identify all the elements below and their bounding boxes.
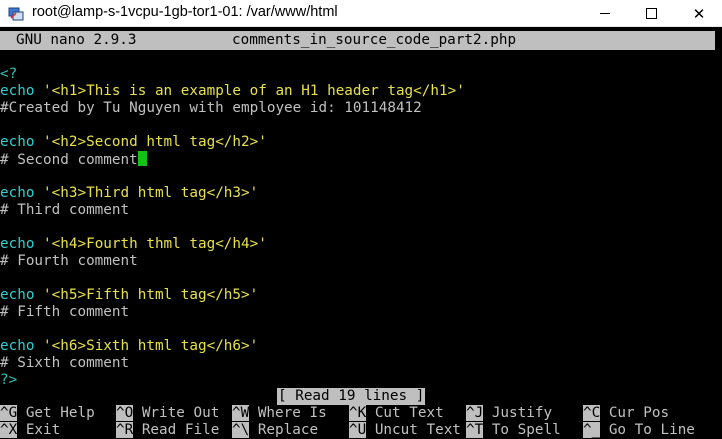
minimize-button[interactable] [582, 0, 628, 27]
keyword: echo [0, 236, 35, 252]
keyword: echo [0, 134, 35, 150]
text-cursor [137, 151, 147, 166]
minimize-icon [600, 13, 610, 14]
window-title-bar: root@lamp-s-1vcpu-1gb-tor1-01: /var/www/… [0, 0, 722, 27]
shortcut-cur-pos[interactable]: ^C Cur Pos [583, 405, 669, 422]
shortcut-label: Cur Pos [608, 405, 670, 421]
string-literal: '<h4>Fourth thml tag</h4>' [43, 236, 267, 252]
maximize-icon [645, 8, 657, 19]
comment-text: # Second comment [0, 152, 138, 168]
nano-status-message: [ Read 19 lines ] [277, 388, 426, 405]
shortcut-label: Get Help [25, 405, 95, 421]
shortcut-label: Cut Text [374, 405, 444, 421]
string-literal: '<h1>This is an example of an H1 header … [43, 83, 465, 99]
comment-line: # Sixth comment [0, 355, 130, 371]
shortcut-key: ^J [466, 405, 484, 421]
comment-line: # Fourth comment [0, 253, 138, 269]
shortcut-replace[interactable]: ^\ Replace [232, 422, 318, 439]
code-line: echo '<h6>Sixth html tag</h6>' [0, 338, 258, 355]
nano-version: GNU nano 2.9.3 [16, 32, 137, 48]
code-line: echo '<h5>Fifth html tag</h5>' [0, 287, 258, 304]
shortcut-go-to-line[interactable]: ^_ Go To Line [583, 422, 695, 439]
code-line-close-tag: ?> [0, 372, 18, 388]
shortcut-label: Where Is [257, 405, 327, 421]
shortcut-label: Justify [491, 405, 553, 421]
comment-line: # Fifth comment [0, 304, 130, 320]
string-literal: '<h5>Fifth html tag</h5>' [43, 287, 259, 303]
code-line: echo '<h1>This is an example of an H1 he… [0, 83, 465, 100]
shortcut-uncut-text[interactable]: ^U Uncut Text [349, 422, 461, 439]
string-literal: '<h3>Third html tag</h3>' [43, 185, 259, 201]
shortcut-where-is[interactable]: ^W Where Is [232, 405, 327, 422]
shortcut-key: ^G [0, 405, 18, 421]
keyword: echo [0, 185, 35, 201]
window-title: root@lamp-s-1vcpu-1gb-tor1-01: /var/www/… [32, 4, 338, 20]
code-line: echo '<h2>Second html tag</h2>' [0, 134, 267, 151]
terminal-area[interactable]: GNU nano 2.9.3 comments_in_source_code_p… [0, 27, 722, 439]
nano-header-bar: GNU nano 2.9.3 comments_in_source_code_p… [0, 31, 715, 50]
shortcut-key: ^K [349, 405, 367, 421]
code-line-open-tag: <? [0, 66, 18, 82]
shortcut-key: ^C [583, 405, 601, 421]
comment-line: # Third comment [0, 202, 130, 218]
maximize-button[interactable] [628, 0, 674, 27]
close-icon: ✕ [692, 4, 706, 23]
comment-line: #Created by Tu Nguyen with employee id: … [0, 100, 422, 116]
shortcut-label: Write Out [141, 405, 220, 421]
shortcut-to-spell[interactable]: ^T To Spell [466, 422, 561, 439]
shortcut-exit[interactable]: ^X Exit [0, 422, 60, 439]
comment-line: # Second comment [0, 151, 147, 168]
shortcut-key: ^W [232, 405, 250, 421]
code-line: echo '<h3>Third html tag</h3>' [0, 185, 258, 202]
shortcut-justify[interactable]: ^J Justify [466, 405, 552, 422]
string-literal: '<h6>Sixth html tag</h6>' [43, 338, 259, 354]
close-button[interactable]: ✕ [676, 0, 722, 27]
nano-filename: comments_in_source_code_part2.php [232, 32, 517, 48]
string-literal: '<h2>Second html tag</h2>' [43, 134, 267, 150]
keyword: echo [0, 338, 35, 354]
putty-app-icon[interactable] [8, 6, 24, 22]
shortcut-read-file[interactable]: ^R Read File [116, 422, 219, 439]
shortcut-cut-text[interactable]: ^K Cut Text [349, 405, 444, 422]
code-line: echo '<h4>Fourth thml tag</h4>' [0, 236, 267, 253]
shortcut-get-help[interactable]: ^G Get Help [0, 405, 95, 422]
shortcut-write-out[interactable]: ^O Write Out [116, 405, 219, 422]
keyword: echo [0, 287, 35, 303]
shortcut-key: ^O [116, 405, 134, 421]
keyword: echo [0, 83, 35, 99]
